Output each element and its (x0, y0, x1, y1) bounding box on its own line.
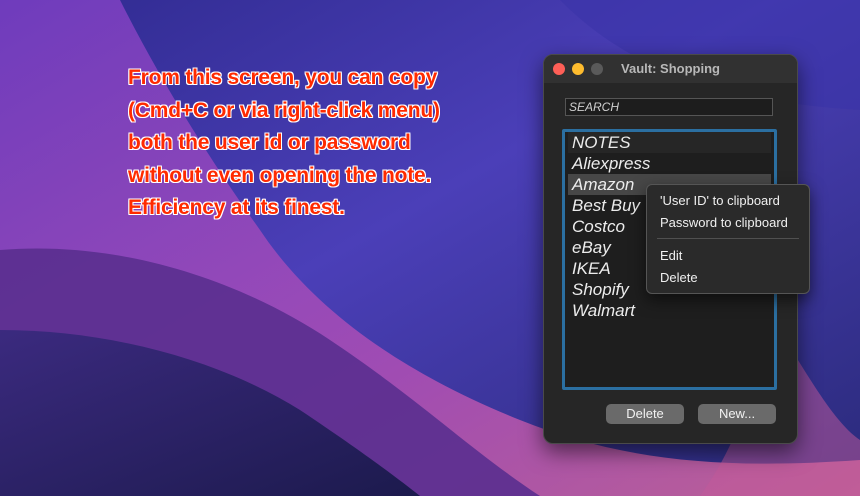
context-menu: 'User ID' to clipboard Password to clipb… (646, 184, 810, 294)
menu-item-delete[interactable]: Delete (660, 270, 698, 285)
list-header-notes: NOTES (568, 132, 771, 153)
annotation-text: From this screen, you can copy (Cmd+C or… (128, 66, 440, 219)
list-item[interactable]: Walmart (568, 300, 771, 321)
new-button[interactable]: New... (698, 404, 776, 424)
list-item[interactable]: Aliexpress (568, 153, 771, 174)
menu-item-copy-user-id[interactable]: 'User ID' to clipboard (660, 193, 780, 208)
delete-button[interactable]: Delete (606, 404, 684, 424)
menu-item-copy-password[interactable]: Password to clipboard (660, 215, 788, 230)
window-titlebar[interactable]: Vault: Shopping (544, 55, 797, 83)
search-input[interactable] (565, 98, 773, 116)
window-title: Vault: Shopping (621, 61, 720, 76)
menu-item-edit[interactable]: Edit (660, 248, 682, 263)
menu-separator (657, 238, 799, 239)
